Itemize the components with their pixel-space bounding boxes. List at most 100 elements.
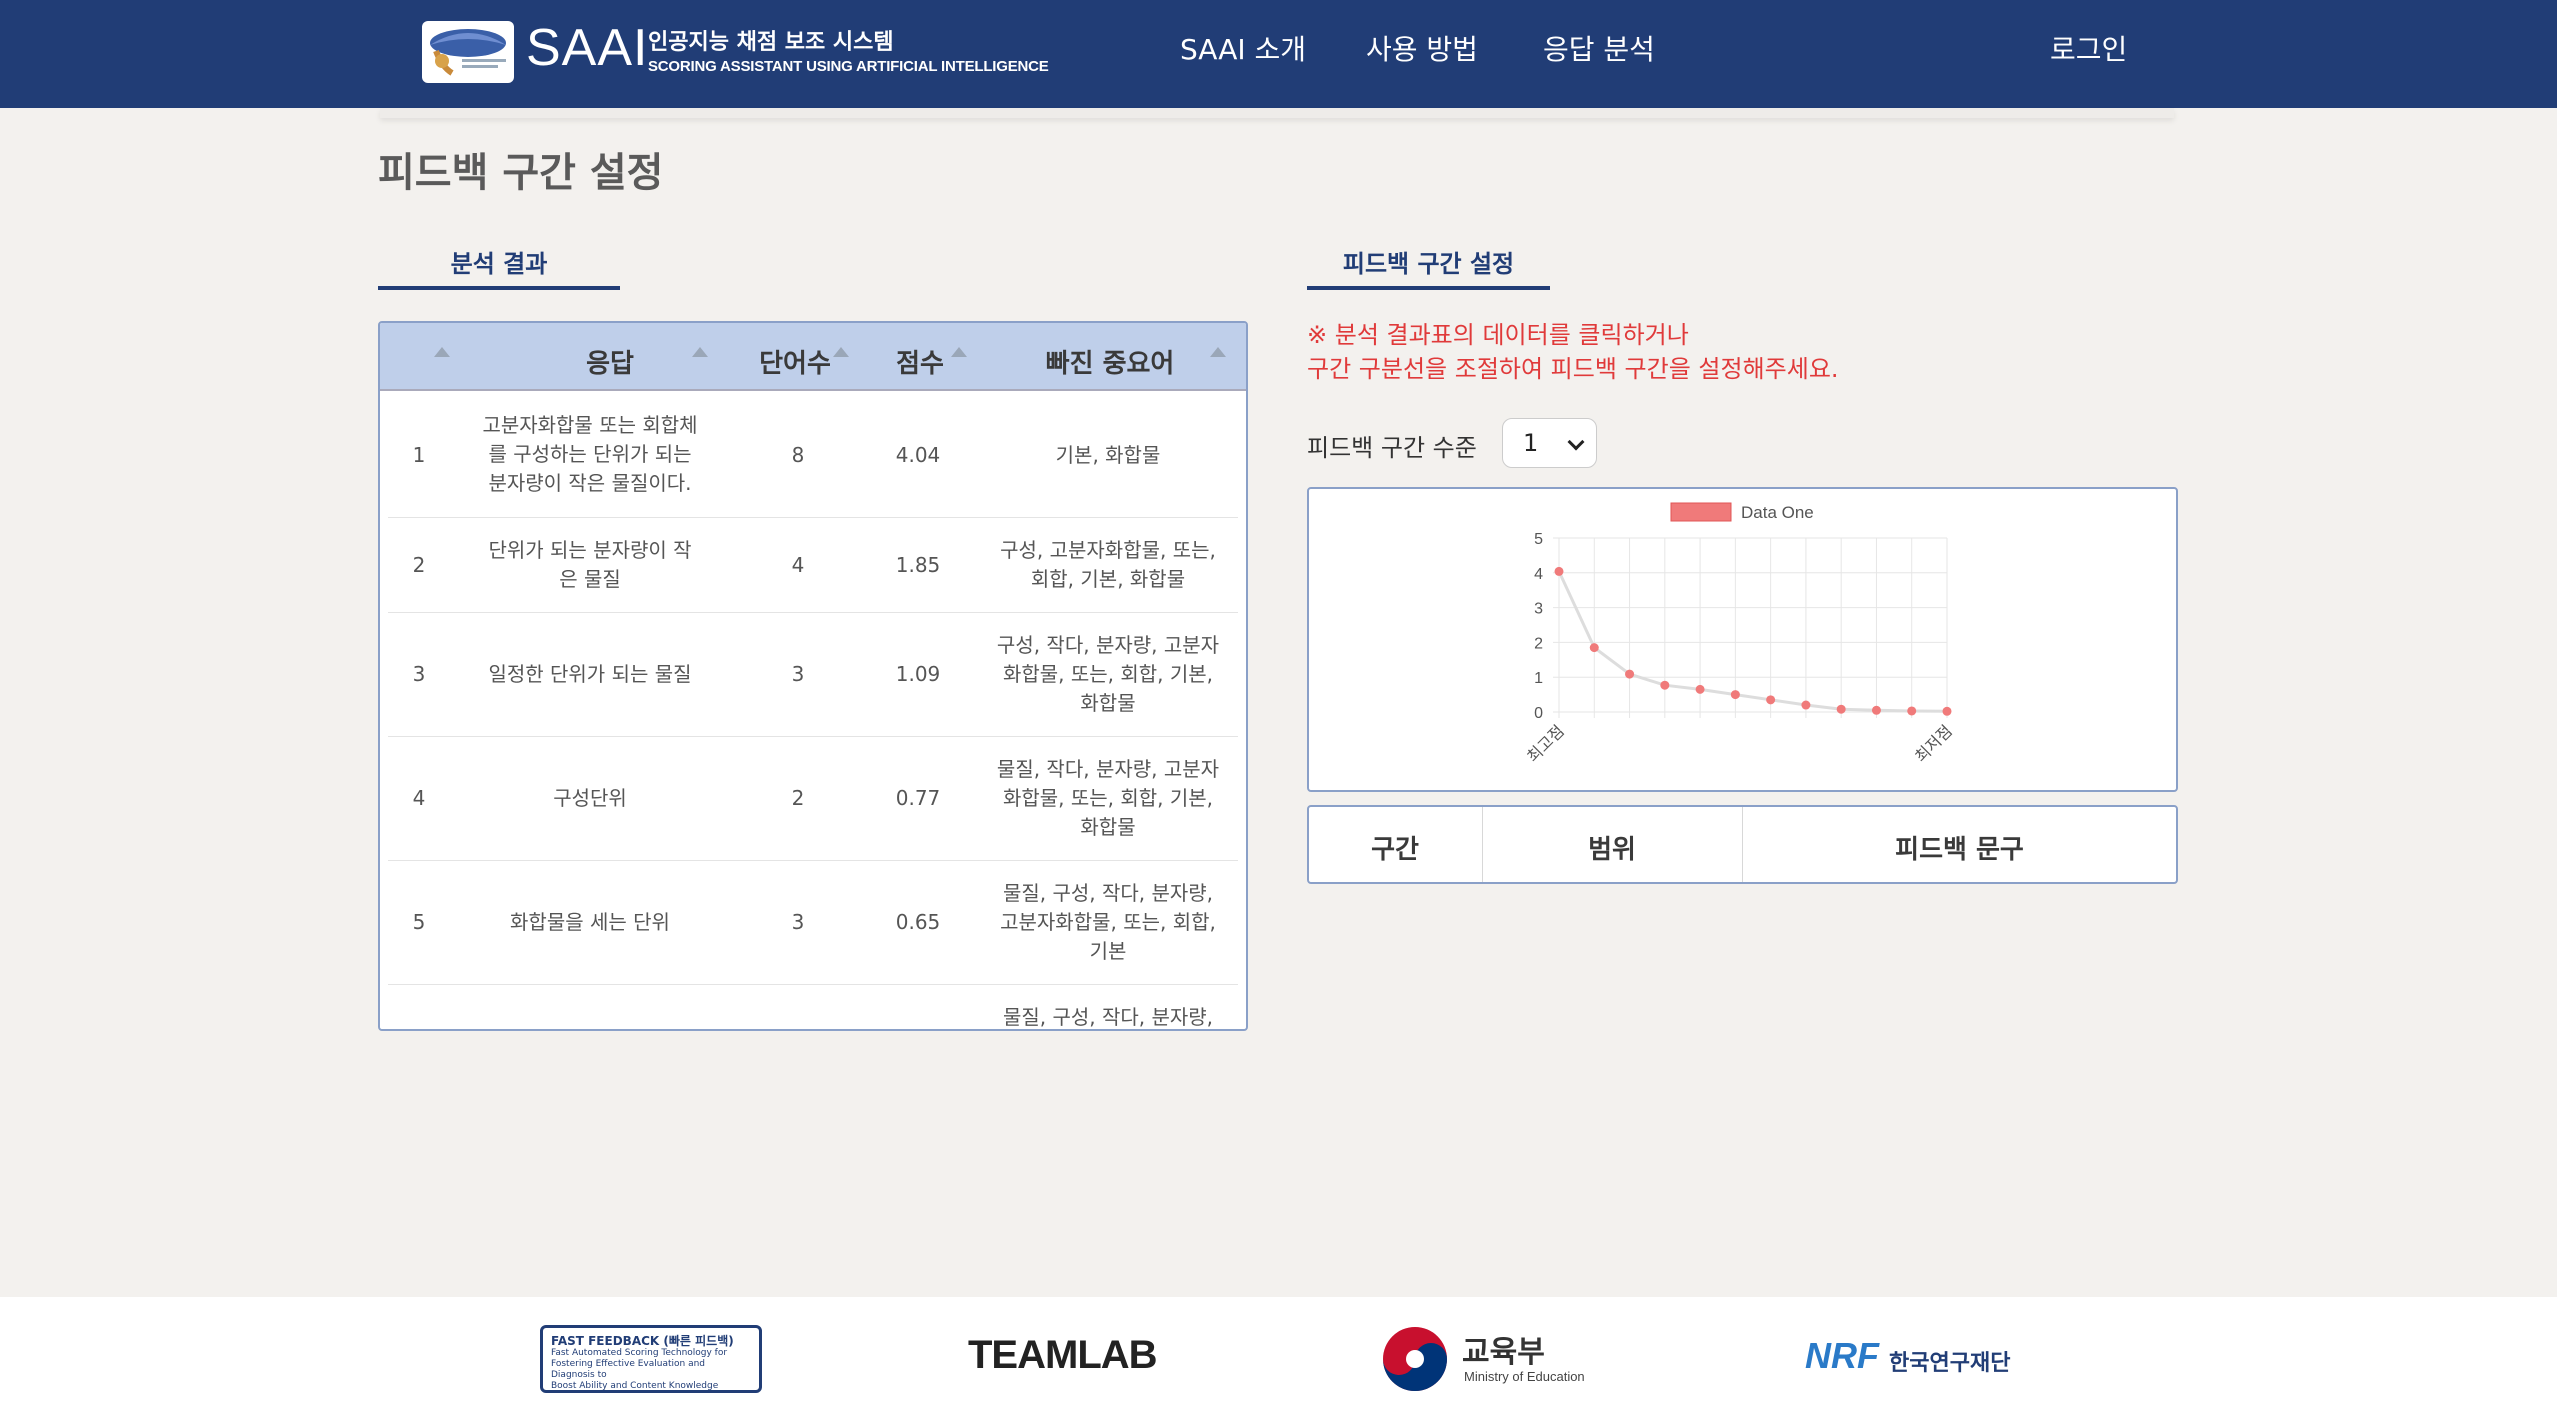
cell-no: 1 <box>412 443 426 467</box>
cell-response: 고분자화합물 또는 회합체 를 구성하는 단위가 되는 분자량이 작은 물질이다. <box>482 413 698 495</box>
teamlab-logo[interactable]: TEAMLAB <box>968 1333 1158 1378</box>
th-response[interactable]: 응답 <box>500 343 720 380</box>
feedback-level-label: 피드백 구간 수준 <box>1307 434 1477 462</box>
cell-score: 0.65 <box>895 910 941 934</box>
logo-emblem[interactable] <box>422 21 514 83</box>
fb-th-feedback-text: 피드백 문구 <box>1895 835 2024 865</box>
logo-subtitle-english: SCORING ASSISTANT USING ARTIFICIAL INTEL… <box>648 58 1049 75</box>
cell-score: 4.04 <box>895 443 941 467</box>
sort-response-icon[interactable] <box>692 347 708 357</box>
notice-line-1: ※ 분석 결과표의 데이터를 클릭하거나 <box>1307 321 1689 349</box>
sort-score-icon[interactable] <box>951 347 967 357</box>
cell-response: 구성단위 <box>553 786 627 810</box>
tab-analysis-result[interactable]: 분석 결과 <box>378 244 620 279</box>
x-tick-label-lowest: 최저점 <box>1911 721 1956 766</box>
series-line <box>1557 570 1948 713</box>
th-missing-keywords[interactable]: 빠진 중요어 <box>990 343 1230 380</box>
cell-score: 1.09 <box>895 662 941 686</box>
cell-word-count: 3 <box>791 662 805 686</box>
nrf-logo[interactable]: NRF <box>1805 1335 1879 1377</box>
chart-svg[interactable]: 0 1 2 3 4 5 최고점 최저점 Data One <box>1309 489 2176 790</box>
fast-feedback-logo[interactable]: FAST FEEDBACK (빠른 피드백) Fast Automated Sc… <box>540 1325 762 1393</box>
data-point <box>1801 700 1811 710</box>
nav-saai-intro[interactable]: SAAI 소개 <box>1180 28 1306 68</box>
cell-no: 4 <box>412 786 426 810</box>
table-row[interactable]: 1 고분자화합물 또는 회합체 를 구성하는 단위가 되는 분자량이 작은 물질이다… <box>388 393 1238 518</box>
cell-no: 2 <box>412 553 426 577</box>
fb-th-range: 범위 <box>1588 835 1636 865</box>
logo-text[interactable]: SAAI <box>526 18 649 78</box>
fast-feedback-title: FAST FEEDBACK (빠른 피드백) <box>551 1334 734 1348</box>
top-navbar: SAAI 인공지능 채점 보조 시스템 SCORING ASSISTANT US… <box>0 0 2557 108</box>
x-tick-label-highest: 최고점 <box>1523 721 1568 766</box>
fast-feedback-sub: Fostering Effective Evaluation and Diagn… <box>551 1359 706 1380</box>
y-tick-label: 2 <box>1534 635 1543 652</box>
header-shadow <box>380 108 2174 118</box>
table-row[interactable]: 4 구성단위 2 0.77 물질, 작다, 분자량, 고분자 화합물, 또는, 회… <box>388 737 1238 861</box>
fb-th-section: 구간 <box>1371 835 1419 865</box>
cell-score: 0.77 <box>895 786 941 810</box>
footer: FAST FEEDBACK (빠른 피드백) Fast Automated Sc… <box>0 1297 2557 1417</box>
data-point <box>1660 680 1670 690</box>
cell-missing-keywords: 물질, 작다, 분자량, 고분자 화합물, 또는, 회합, 기본, 화합물 <box>996 757 1220 839</box>
feedback-section-table: 구간 범위 피드백 문구 <box>1307 805 2178 884</box>
login-link[interactable]: 로그인 <box>2050 28 2127 68</box>
data-point <box>1766 695 1776 705</box>
y-tick-label: 4 <box>1534 566 1543 583</box>
tab-feedback-section-underline <box>1307 286 1550 290</box>
analysis-result-table: 응답 단어수 점수 빠진 중요어 1 고분자화합물 또는 회합체 를 구성하는 단… <box>378 321 1248 1031</box>
cell-score: 1.85 <box>895 553 941 577</box>
cell-missing-keywords: 구성, 작다, 분자량, 고분자 화합물, 또는, 회합, 기본, 화합물 <box>996 633 1220 715</box>
data-point <box>1589 643 1599 653</box>
cell-response: 단위가 되는 분자량이 작은 물질 <box>488 538 692 591</box>
table-row[interactable]: 2 단위가 되는 분자량이 작은 물질 4 1.85 구성, 고분자화합물, 또… <box>388 518 1238 613</box>
table-row[interactable]: 물질, 구성, 작다, 분자량, <box>388 985 1238 1029</box>
cell-missing-keywords: 물질, 구성, 작다, 분자량, 고분자화합물, 또는, 회합, 기본 <box>1000 881 1216 963</box>
table-header: 응답 단어수 점수 빠진 중요어 <box>380 323 1246 391</box>
page-title: 피드백 구간 설정 <box>378 150 664 196</box>
table-row[interactable]: 3 일정한 단위가 되는 물질 3 1.09 구성, 작다, 분자량, 고분자 화… <box>388 613 1238 737</box>
data-point <box>1695 684 1705 694</box>
legend-swatch <box>1670 502 1732 522</box>
table-row[interactable]: 5 화합물을 세는 단위 3 0.65 물질, 구성, 작다, 분자량, 고분자화… <box>388 861 1238 985</box>
y-tick-label: 3 <box>1534 601 1543 618</box>
cell-no: 5 <box>412 910 426 934</box>
fast-feedback-sub: Boost Ability and Content Knowledge <box>551 1381 719 1391</box>
y-tick-label: 5 <box>1534 531 1543 548</box>
cell-missing-keywords: 물질, 구성, 작다, 분자량, <box>1002 1005 1214 1029</box>
notice-line-2: 구간 구분선을 조절하여 피드백 구간을 설정해주세요. <box>1307 355 1839 383</box>
data-point <box>1871 705 1881 715</box>
nav-response-analysis[interactable]: 응답 분석 <box>1543 28 1655 68</box>
cell-word-count: 3 <box>791 910 805 934</box>
sort-no-icon[interactable] <box>434 347 450 357</box>
tab-analysis-result-underline <box>378 286 620 290</box>
cell-response: 일정한 단위가 되는 물질 <box>488 662 692 686</box>
cell-word-count: 8 <box>791 443 805 467</box>
cell-word-count: 2 <box>791 786 805 810</box>
sort-word-count-icon[interactable] <box>833 347 849 357</box>
data-point <box>1730 690 1740 700</box>
sort-missing-keywords-icon[interactable] <box>1210 347 1226 357</box>
cell-response: 화합물을 세는 단위 <box>510 910 670 934</box>
cell-word-count: 4 <box>791 553 805 577</box>
ministry-of-education-korean[interactable]: 교육부 <box>1462 1327 1545 1371</box>
data-point <box>1907 706 1917 716</box>
cell-missing-keywords: 기본, 화합물 <box>1055 443 1161 467</box>
cell-missing-keywords: 구성, 고분자화합물, 또는, 회합, 기본, 화합물 <box>1000 538 1216 591</box>
taegeuk-icon <box>1383 1327 1447 1391</box>
data-point <box>1554 566 1564 576</box>
legend-label: Data One <box>1741 503 1814 522</box>
tab-feedback-section[interactable]: 피드백 구간 설정 <box>1307 244 1550 279</box>
logo-subtitle-korean: 인공지능 채점 보조 시스템 <box>648 30 894 55</box>
data-point <box>1625 669 1635 679</box>
score-distribution-chart: 0 1 2 3 4 5 최고점 최저점 Data One <box>1307 487 2178 792</box>
data-point <box>1836 704 1846 714</box>
nrf-korean-name: 한국연구재단 <box>1889 1351 2011 1376</box>
fast-feedback-sub: Fast Automated Scoring Technology for <box>551 1348 728 1358</box>
ministry-of-education-english: Ministry of Education <box>1464 1369 1585 1384</box>
y-tick-label: 0 <box>1534 705 1543 722</box>
y-tick-label: 1 <box>1534 670 1543 687</box>
data-point <box>1942 706 1952 716</box>
nav-how-to-use[interactable]: 사용 방법 <box>1366 28 1478 68</box>
cell-no: 3 <box>412 662 426 686</box>
